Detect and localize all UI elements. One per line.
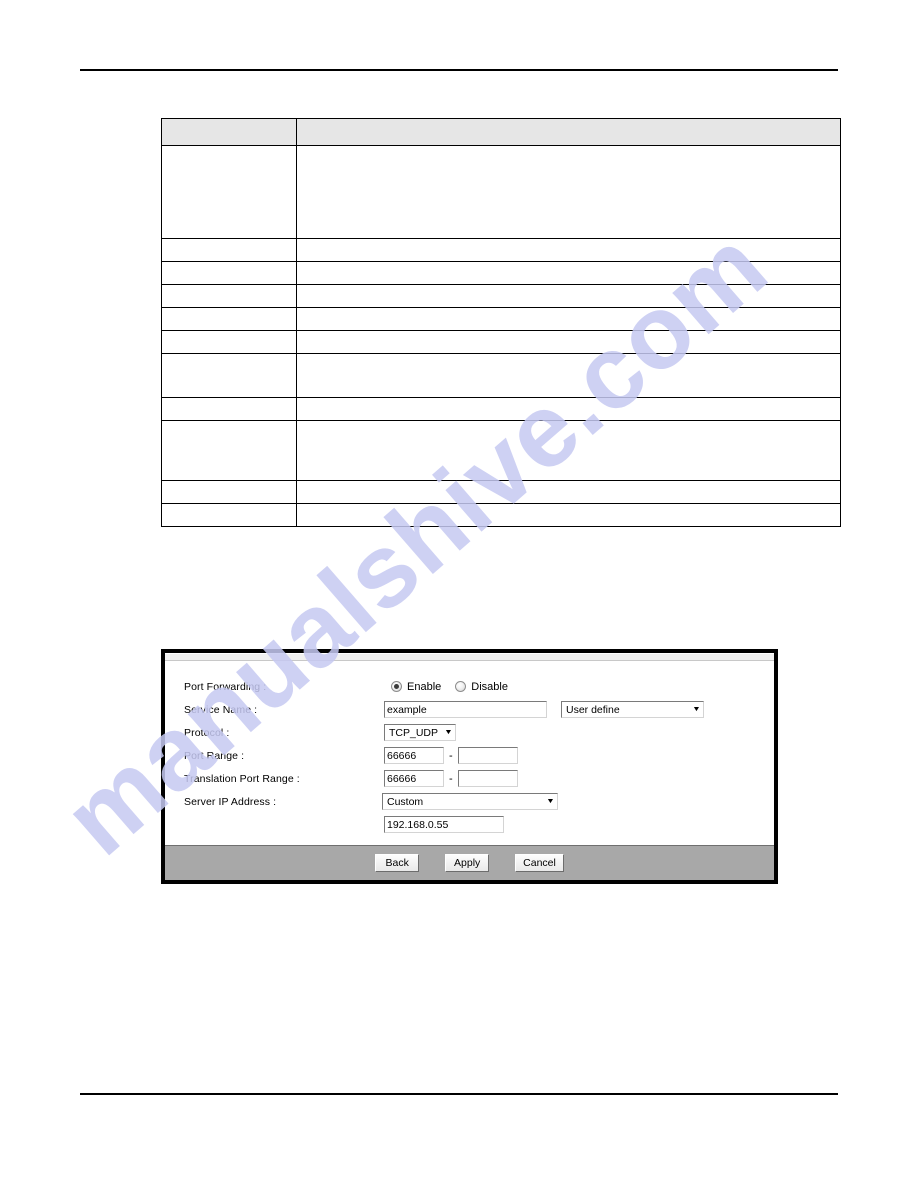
table-cell-label — [161, 261, 297, 285]
table-cell-description — [296, 353, 841, 398]
form-row-translation-port-range: Translation Port Range : - — [165, 767, 774, 790]
table-cell-description — [296, 330, 841, 354]
router-config-screenshot: Port Forwarding : Enable Disable Service… — [161, 649, 778, 884]
port-forwarding-label: Port Forwarding : — [184, 680, 267, 693]
table-header-row — [161, 118, 841, 146]
service-name-preset-value: User define — [566, 703, 620, 716]
translation-port-range-label: Translation Port Range : — [184, 772, 300, 785]
port-range-label: Port Range : — [184, 749, 245, 762]
service-name-field-zone: User define ▼ — [384, 701, 704, 718]
port-forwarding-enable-radio[interactable]: Enable — [391, 681, 441, 693]
table-body — [161, 145, 841, 527]
protocol-value: TCP_UDP — [389, 726, 439, 739]
chevron-down-icon: ▼ — [444, 729, 453, 736]
table-row — [161, 238, 841, 262]
table-row — [161, 145, 841, 239]
translation-port-range-start-input[interactable] — [384, 770, 444, 787]
page-header-rule — [80, 69, 838, 71]
translation-port-range-end-input[interactable] — [457, 770, 518, 787]
server-ip-mode-field-zone: Custom ▼ — [382, 793, 558, 810]
table-cell-description — [296, 397, 841, 421]
radio-unselected-icon — [455, 681, 467, 692]
table-cell-description — [296, 284, 841, 308]
table-row — [161, 307, 841, 331]
table-row — [161, 503, 841, 527]
port-forwarding-disable-radio[interactable]: Disable — [455, 681, 508, 693]
table-row — [161, 353, 841, 398]
translation-port-range-field-zone: - — [384, 770, 518, 787]
form-row-port-range: Port Range : - — [165, 744, 774, 767]
translation-port-range-separator: - — [449, 772, 453, 785]
port-forwarding-disable-label: Disable — [471, 680, 508, 693]
port-range-field-zone: - — [384, 747, 518, 764]
table-cell-label — [161, 397, 297, 421]
table-row — [161, 420, 841, 481]
chevron-down-icon: ▼ — [546, 798, 555, 805]
service-name-label: Service Name : — [184, 703, 258, 716]
protocol-select[interactable]: TCP_UDP ▼ — [384, 724, 456, 741]
table-cell-description — [296, 420, 841, 481]
table-cell-label — [161, 503, 297, 527]
server-ip-address-label: Server IP Address : — [184, 795, 277, 808]
table-row — [161, 480, 841, 504]
port-range-separator: - — [449, 749, 453, 762]
form-row-service-name: Service Name : User define ▼ — [165, 698, 774, 721]
table-cell-label — [161, 420, 297, 481]
screenshot-inner-panel: Port Forwarding : Enable Disable Service… — [165, 653, 774, 880]
apply-button[interactable]: Apply — [445, 854, 490, 872]
protocol-label: Protocol : — [184, 726, 230, 739]
table-cell-label — [161, 353, 297, 398]
table-cell-description — [296, 145, 841, 239]
table-cell-label — [161, 238, 297, 262]
table-header-label-column — [161, 118, 297, 146]
server-ip-address-input[interactable] — [384, 816, 504, 833]
table-cell-label — [161, 145, 297, 239]
port-range-end-input[interactable] — [457, 747, 518, 764]
table-cell-label — [161, 307, 297, 331]
specification-table — [161, 118, 841, 527]
table-row — [161, 284, 841, 308]
protocol-field-zone: TCP_UDP ▼ — [384, 724, 456, 741]
screenshot-top-strip — [165, 653, 774, 661]
table-cell-description — [296, 261, 841, 285]
port-forwarding-enable-label: Enable — [407, 680, 442, 693]
port-forwarding-form: Port Forwarding : Enable Disable Service… — [165, 661, 774, 833]
table-cell-label — [161, 330, 297, 354]
server-ip-mode-select[interactable]: Custom ▼ — [382, 793, 558, 810]
cancel-button[interactable]: Cancel — [515, 854, 564, 872]
table-header-description-column — [296, 118, 841, 146]
screenshot-button-bar: Back Apply Cancel — [165, 845, 774, 880]
table-row — [161, 397, 841, 421]
chevron-down-icon: ▼ — [692, 706, 701, 713]
service-name-preset-select[interactable]: User define ▼ — [561, 701, 704, 718]
back-button[interactable]: Back — [375, 854, 420, 872]
table-cell-description — [296, 238, 841, 262]
form-row-server-ip-value — [165, 813, 774, 836]
server-ip-mode-value: Custom — [387, 795, 424, 808]
table-cell-label — [161, 284, 297, 308]
form-row-port-forwarding: Port Forwarding : Enable Disable — [165, 675, 774, 698]
table-row — [161, 330, 841, 354]
port-forwarding-radio-group: Enable Disable — [391, 681, 522, 693]
port-range-start-input[interactable] — [384, 747, 444, 764]
table-cell-description — [296, 480, 841, 504]
table-cell-description — [296, 503, 841, 527]
service-name-input[interactable] — [384, 701, 547, 718]
table-cell-label — [161, 480, 297, 504]
page-footer-rule — [80, 1093, 838, 1095]
table-cell-description — [296, 307, 841, 331]
table-row — [161, 261, 841, 285]
server-ip-value-field-zone — [384, 816, 504, 833]
form-row-server-ip-address: Server IP Address : Custom ▼ — [165, 790, 774, 813]
form-row-protocol: Protocol : TCP_UDP ▼ — [165, 721, 774, 744]
radio-selected-icon — [391, 681, 402, 692]
